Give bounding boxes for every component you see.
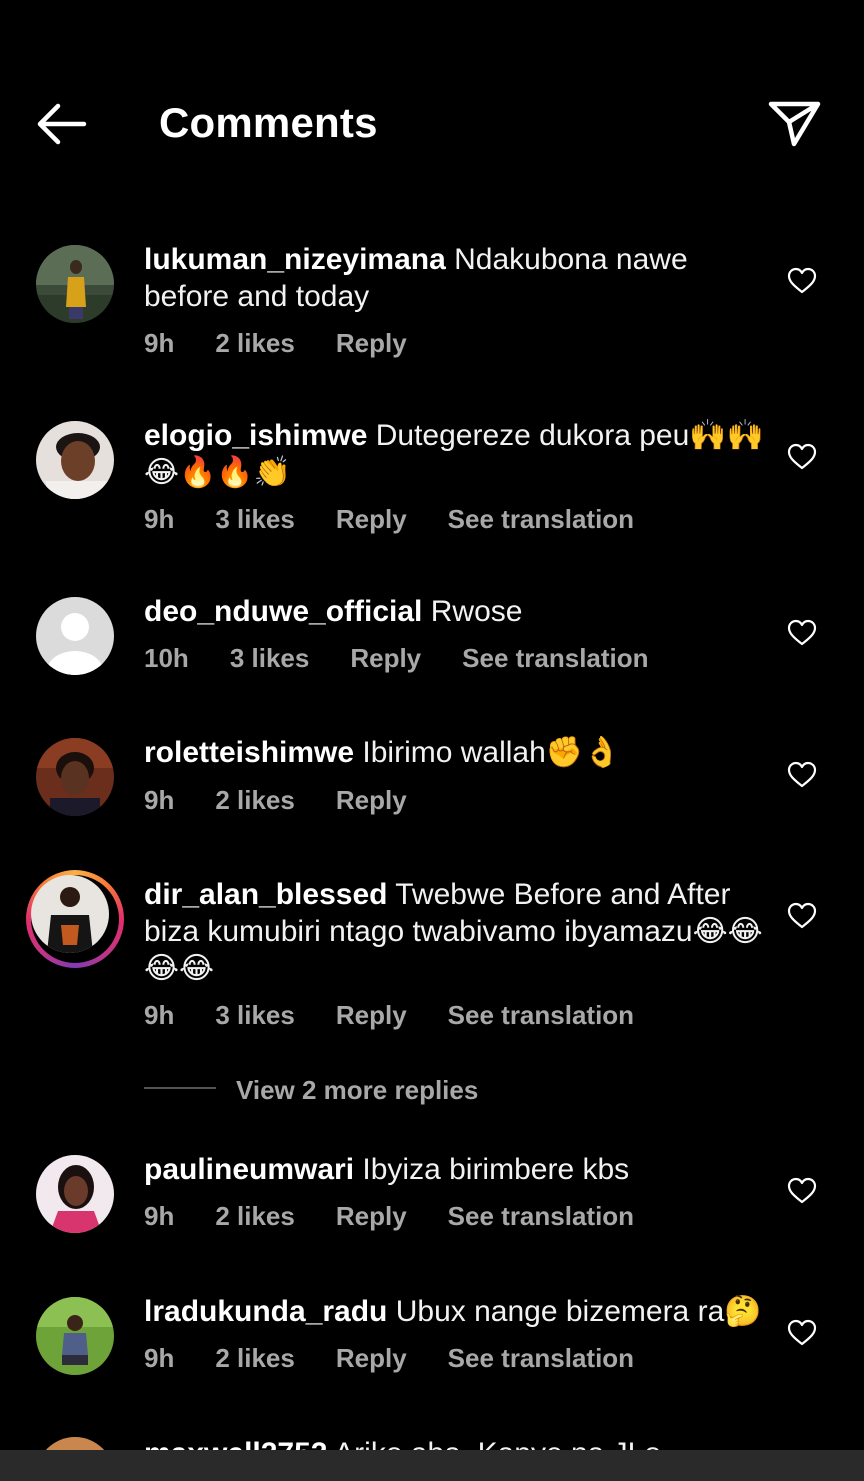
comment-text: Ubux nange bizemera ra🤔	[395, 1295, 762, 1328]
comment-time: 9h	[144, 1343, 175, 1373]
see-translation-button[interactable]: See translation	[448, 503, 634, 535]
comment-time: 9h	[144, 785, 175, 815]
comment-username[interactable]: dir_alan_blessed	[144, 878, 387, 911]
heart-outline-icon	[787, 1177, 817, 1204]
comment-likes[interactable]: 3 likes	[230, 642, 310, 674]
heart-outline-icon	[787, 902, 817, 929]
like-button[interactable]	[787, 267, 817, 295]
comment-meta: 9h 2 likes Reply See translation	[144, 1200, 675, 1232]
page-title: Comments	[159, 99, 378, 146]
replies-divider-line	[144, 1087, 216, 1089]
see-translation-button[interactable]: See translation	[462, 642, 648, 674]
comment-meta: 9h 3 likes Reply See translation	[144, 999, 675, 1031]
comment-time: 9h	[144, 1000, 175, 1030]
comment-username[interactable]: elogio_ishimwe	[144, 419, 367, 452]
comment-likes[interactable]: 2 likes	[215, 784, 295, 816]
comment-username[interactable]: roletteishimwe	[144, 736, 354, 769]
share-button[interactable]	[764, 96, 824, 152]
comment-likes[interactable]: 3 likes	[215, 999, 295, 1031]
avatar[interactable]	[36, 421, 114, 499]
comment-likes[interactable]: 2 likes	[215, 1342, 295, 1374]
comment-item-partial: maxwell2752 Ariko aba, Kanye na JLo	[0, 1420, 864, 1450]
avatar[interactable]	[36, 597, 114, 675]
avatar	[31, 875, 109, 953]
comment-username[interactable]: paulineumwari	[144, 1153, 354, 1186]
heart-outline-icon	[787, 443, 817, 470]
avatar[interactable]	[36, 1437, 114, 1450]
paper-plane-icon	[768, 101, 821, 147]
avatar-story-ring[interactable]	[26, 870, 124, 968]
comment-likes[interactable]: 3 likes	[215, 503, 295, 535]
avatar[interactable]	[36, 245, 114, 323]
avatar[interactable]	[36, 738, 114, 816]
reply-button[interactable]: Reply	[336, 1342, 407, 1374]
comment-time: 9h	[144, 1201, 175, 1231]
reply-button[interactable]: Reply	[336, 1200, 407, 1232]
like-button[interactable]	[787, 619, 817, 647]
comment-text: Ibyiza birimbere kbs	[362, 1153, 630, 1186]
arrow-left-icon	[37, 103, 87, 145]
avatar[interactable]	[36, 1297, 114, 1375]
like-button[interactable]	[787, 902, 817, 930]
comment-likes[interactable]: 2 likes	[215, 1200, 295, 1232]
heart-outline-icon	[787, 619, 817, 646]
back-button[interactable]	[34, 100, 88, 148]
see-translation-button[interactable]: See translation	[448, 1200, 634, 1232]
reply-button[interactable]: Reply	[350, 642, 421, 674]
reply-button[interactable]: Reply	[336, 999, 407, 1031]
comment-username[interactable]: deo_nduwe_official	[144, 595, 422, 628]
view-more-replies-label: View 2 more replies	[236, 1075, 479, 1105]
comment-username[interactable]: lradukunda_radu	[144, 1295, 387, 1328]
reply-button[interactable]: Reply	[336, 327, 407, 359]
heart-outline-icon	[787, 761, 817, 788]
see-translation-button[interactable]: See translation	[448, 1342, 634, 1374]
comment-meta: 9h 3 likes Reply See translation	[144, 503, 675, 535]
reply-button[interactable]: Reply	[336, 784, 407, 816]
like-button[interactable]	[787, 443, 817, 471]
see-translation-button[interactable]: See translation	[448, 999, 634, 1031]
avatar[interactable]	[36, 1155, 114, 1233]
comment-text: Ibirimo wallah✊👌	[362, 736, 621, 769]
comment-username[interactable]: lukuman_nizeyimana	[144, 243, 446, 276]
like-button[interactable]	[787, 761, 817, 789]
comment-meta: 10h 3 likes Reply See translation	[144, 642, 690, 674]
heart-outline-icon	[787, 267, 817, 294]
comment-username[interactable]: maxwell2752	[144, 1437, 327, 1450]
like-button[interactable]	[787, 1177, 817, 1205]
header-bar: Comments	[0, 0, 864, 200]
comment-likes[interactable]: 2 likes	[215, 327, 295, 359]
comment-time: 9h	[144, 504, 175, 534]
comment-text: Ariko aba, Kanye na JLo	[334, 1437, 661, 1450]
system-navigation-bar	[0, 1450, 864, 1481]
comment-meta: 9h 2 likes Reply	[144, 327, 448, 359]
comment-time: 10h	[144, 643, 189, 673]
heart-outline-icon	[787, 1319, 817, 1346]
reply-button[interactable]: Reply	[336, 503, 407, 535]
comment-time: 9h	[144, 328, 175, 358]
comment-text: Rwose	[430, 595, 523, 628]
like-button[interactable]	[787, 1319, 817, 1347]
comment-meta: 9h 2 likes Reply	[144, 784, 448, 816]
comment-meta: 9h 2 likes Reply See translation	[144, 1342, 675, 1374]
